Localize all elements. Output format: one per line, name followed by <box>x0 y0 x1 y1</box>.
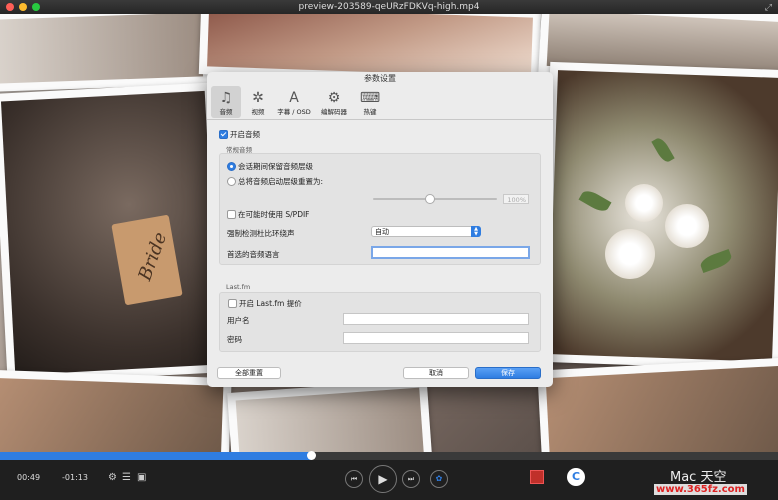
photo-bottom-center <box>227 379 433 462</box>
tab-label: 字幕 / OSD <box>277 108 311 116</box>
photo-bouquet <box>539 61 778 371</box>
video-reel-icon: ✲ <box>252 90 264 106</box>
watermark-text: Mac 天空 <box>670 470 727 485</box>
chevron-updown-icon: ▲ ▼ <box>471 226 481 237</box>
password-input[interactable] <box>343 332 529 344</box>
tab-codecs[interactable]: ⚙ 编解码器 <box>315 86 353 118</box>
flower <box>605 229 655 279</box>
fullscreen-icon[interactable]: ⤢ <box>765 1 772 15</box>
close-button[interactable] <box>6 3 14 11</box>
app-badge-icon <box>530 470 544 484</box>
zoom-button[interactable] <box>32 3 40 11</box>
progress-knob[interactable] <box>307 451 317 460</box>
volume-slider[interactable] <box>373 198 497 200</box>
dialog-title: 参数设置 <box>364 74 396 83</box>
tab-label: 编解码器 <box>321 108 347 116</box>
preferred-language-input[interactable] <box>371 246 530 259</box>
spdif-label: 在可能时使用 S/PDIF <box>238 210 310 219</box>
tab-subtitles-osd[interactable]: A 字幕 / OSD <box>275 86 313 118</box>
reset-level-radio[interactable] <box>227 177 236 186</box>
window-title: preview-203589-qeURzFDKVq-high.mp4 <box>298 2 480 12</box>
cancel-button[interactable]: 取消 <box>403 367 469 379</box>
lastfm-enable-checkbox[interactable] <box>228 299 237 308</box>
codec-icon: ⚙ <box>327 90 341 106</box>
username-input[interactable] <box>343 313 529 325</box>
username-label: 用户名 <box>227 316 250 325</box>
spdif-checkbox[interactable] <box>227 210 236 219</box>
preferred-language-label: 首选的音频语言 <box>227 250 280 259</box>
preferences-dialog: 参数设置 ♫ 音频 ✲ 视频 A 字幕 / OSD ⚙ 编解码器 ⌨ 热键 开启… <box>207 72 553 387</box>
volume-percent-field[interactable]: 100% <box>503 194 529 204</box>
force-detect-label: 强制检测杜比环绕声 <box>227 229 295 238</box>
force-detect-value: 自动 <box>375 228 389 236</box>
flower <box>665 204 709 248</box>
enable-audio-label: 开启音频 <box>230 130 260 139</box>
next-button[interactable]: ⏭ <box>402 470 420 488</box>
tab-video[interactable]: ✲ 视频 <box>243 86 273 118</box>
enable-audio-checkbox[interactable] <box>219 130 228 139</box>
photo-bottom-right <box>537 357 778 462</box>
previous-button[interactable]: ⏮ <box>345 470 363 488</box>
reset-level-label: 总将音频启动层级重置为: <box>238 177 324 186</box>
keep-level-label: 会话期间保留音频层级 <box>238 162 313 171</box>
force-detect-select[interactable]: 自动 ▲ ▼ <box>371 226 481 237</box>
chrome-like-icon: C <box>567 468 585 486</box>
minimize-button[interactable] <box>19 3 27 11</box>
keyboard-icon: ⌨ <box>359 90 381 106</box>
save-button[interactable]: 保存 <box>475 367 541 379</box>
reset-all-button[interactable]: 全部重置 <box>217 367 281 379</box>
tab-audio[interactable]: ♫ 音频 <box>211 86 241 118</box>
progress-bar[interactable] <box>0 451 778 460</box>
tab-label: 视频 <box>251 108 265 116</box>
traffic-lights <box>6 3 40 11</box>
photo-bottom-left <box>0 369 232 462</box>
lastfm-enable-label: 开启 Last.fm 提价 <box>239 299 302 308</box>
audio-icon: ♫ <box>219 90 233 106</box>
watermark-url: www.365fz.com <box>654 484 747 495</box>
remaining-time: -01:13 <box>62 473 88 482</box>
progress-fill <box>0 452 312 460</box>
photo-top-left <box>0 14 212 92</box>
tab-label: 热键 <box>363 108 377 116</box>
window-titlebar: preview-203589-qeURzFDKVq-high.mp4 ⤢ <box>0 0 778 14</box>
camera-icon[interactable]: ▣ <box>137 472 146 483</box>
elapsed-time: 00:49 <box>17 473 41 482</box>
keep-level-radio[interactable] <box>227 162 236 171</box>
font-icon: A <box>289 90 299 106</box>
preferences-toolbar: ♫ 音频 ✲ 视频 A 字幕 / OSD ⚙ 编解码器 ⌨ 热键 <box>207 86 553 120</box>
lastfm-section-title: Last.fm <box>226 283 251 291</box>
tab-label: 音频 <box>219 108 233 116</box>
paw-icon[interactable]: ✿ <box>430 470 448 488</box>
volume-slider-knob[interactable] <box>424 194 435 204</box>
tab-hotkeys[interactable]: ⌨ 热键 <box>355 86 385 118</box>
password-label: 密码 <box>227 335 242 344</box>
play-button[interactable]: ▶ <box>369 465 397 493</box>
gear-icon[interactable]: ⚙ <box>108 472 117 483</box>
playlist-icon[interactable]: ☰ <box>122 472 131 483</box>
flower <box>625 184 663 222</box>
